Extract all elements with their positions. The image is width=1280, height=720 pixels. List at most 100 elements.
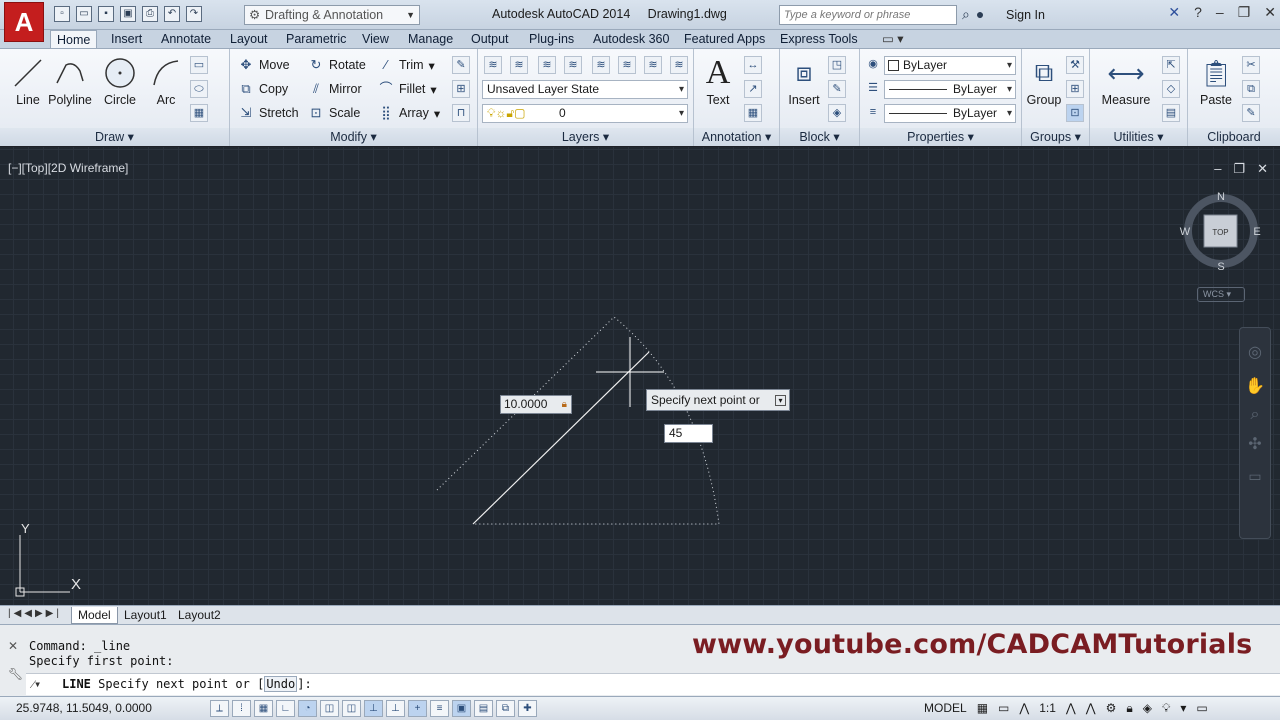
tab-manage[interactable]: Manage — [402, 30, 459, 48]
drawing-canvas[interactable]: [−][Top][2D Wireframe] – ❐ ✕ TOP N S E W… — [0, 147, 1280, 605]
tab-model[interactable]: Model — [71, 607, 118, 624]
hatch-icon[interactable]: ▦ — [190, 104, 208, 122]
edit-block-icon[interactable]: ✎ — [828, 80, 846, 98]
tab-layout1[interactable]: Layout1 — [118, 607, 173, 624]
layers-panel-label[interactable]: Layers ▾ — [478, 128, 693, 146]
workspace-selector[interactable]: ⚙ Drafting & Annotation ▼ — [244, 5, 420, 25]
maximize-icon[interactable]: ❐ — [1238, 4, 1251, 21]
ribbon-minimize-icon[interactable]: ▭ ▾ — [876, 30, 910, 48]
table-icon[interactable]: ▦ — [744, 104, 762, 122]
tab-navigation-icon[interactable]: |◀◀▶▶| — [8, 608, 62, 619]
lineweight-icon[interactable]: ≡ — [864, 104, 882, 122]
help-icon[interactable]: ? — [1194, 4, 1202, 21]
options-arrow-icon[interactable]: ▾ — [775, 395, 786, 406]
ellipse-icon[interactable]: ⬭ — [190, 80, 208, 98]
dimension-icon[interactable]: ↔ — [744, 56, 762, 74]
scale-button[interactable]: ⊡ Scale — [308, 103, 361, 123]
linetype-dropdown[interactable]: ByLayer — [884, 80, 1016, 99]
quick-view-layouts-icon[interactable]: ▦ — [977, 701, 988, 716]
layer-icon[interactable]: ≋ — [538, 56, 556, 74]
layer-icon[interactable]: ≋ — [564, 56, 582, 74]
utilities-panel-label[interactable]: Utilities ▾ — [1090, 128, 1187, 146]
array-button[interactable]: ⣿ Array ▾ — [378, 103, 440, 123]
infer-constraints-icon[interactable]: ⟂ — [210, 700, 229, 717]
properties-panel-label[interactable]: Properties ▾ — [860, 128, 1021, 146]
open-icon[interactable]: ▭ — [76, 6, 92, 22]
save-as-icon[interactable]: ▣ — [120, 6, 136, 22]
tab-express-tools[interactable]: Express Tools — [774, 30, 864, 48]
layer-dropdown[interactable]: 💡︎☼🔓︎▢ 0 — [482, 104, 688, 123]
calculator-icon[interactable]: ▤ — [1162, 104, 1180, 122]
rectangle-icon[interactable]: ▭ — [190, 56, 208, 74]
sign-in-button[interactable]: Sign In — [1006, 8, 1045, 22]
selection-cycling-icon[interactable]: ⧉ — [496, 700, 515, 717]
search-input[interactable]: Type a keyword or phrase — [779, 5, 957, 25]
layer-icon[interactable]: ≋ — [592, 56, 610, 74]
quick-select-icon[interactable]: ⇱ — [1162, 56, 1180, 74]
tab-layout[interactable]: Layout — [224, 30, 274, 48]
tab-parametric[interactable]: Parametric — [280, 30, 352, 48]
annotation-panel-label[interactable]: Annotation ▾ — [694, 128, 779, 146]
close-icon[interactable]: ✕ — [1264, 4, 1276, 21]
move-button[interactable]: ✥ Move — [238, 55, 290, 75]
circle-button[interactable]: Circle — [100, 55, 140, 107]
layer-state-dropdown[interactable]: Unsaved Layer State — [482, 80, 688, 99]
exchange-icon[interactable]: ✕ — [1168, 4, 1180, 21]
angle-input[interactable]: 45 — [664, 424, 713, 443]
new-icon[interactable]: ▫ — [54, 6, 70, 22]
ortho-icon[interactable]: ∟ — [276, 700, 295, 717]
group-selection-icon[interactable]: ⊡ — [1066, 104, 1084, 122]
copy-button[interactable]: ⧉ Copy — [238, 79, 288, 99]
point-style-icon[interactable]: ◇ — [1162, 80, 1180, 98]
model-space-toggle[interactable]: MODEL — [924, 701, 967, 716]
transparency-icon[interactable]: ▣ — [452, 700, 471, 717]
minimize-icon[interactable]: – — [1216, 4, 1224, 21]
annotation-scale[interactable]: 1:1 — [1039, 701, 1056, 716]
3d-osnap-icon[interactable]: ◫ — [342, 700, 361, 717]
workspace-switching-icon[interactable]: ⚙ — [1106, 701, 1117, 716]
lineweight-dropdown[interactable]: ByLayer — [884, 104, 1016, 123]
undo-option[interactable]: Undo — [264, 676, 298, 692]
modify-panel-label[interactable]: Modify ▾ — [230, 128, 477, 146]
insert-block-button[interactable]: ⧈ Insert — [784, 55, 824, 107]
measure-button[interactable]: ⟷ Measure — [1098, 55, 1154, 108]
tab-home[interactable]: Home — [50, 30, 98, 49]
application-menu-button[interactable]: A — [4, 2, 44, 42]
wrench-icon[interactable]: 🔧︎ — [8, 667, 23, 681]
mirror-button[interactable]: ⫽ Mirror — [308, 79, 362, 99]
snap-icon[interactable]: ⁞ — [232, 700, 251, 717]
hardware-acceleration-icon[interactable]: ◈ — [1143, 701, 1152, 716]
tab-output[interactable]: Output — [465, 30, 515, 48]
isolate-objects-icon[interactable]: 💡︎ — [1162, 701, 1170, 716]
tab-layout2[interactable]: Layout2 — [172, 607, 227, 624]
dimension-input[interactable]: 10.0000 🔒︎ — [500, 395, 572, 414]
lineweight-toggle-icon[interactable]: ≡ — [430, 700, 449, 717]
tab-insert[interactable]: Insert — [105, 30, 148, 48]
clean-screen-icon[interactable]: ▭ — [1196, 701, 1207, 716]
tab-annotate[interactable]: Annotate — [155, 30, 217, 48]
binoculars-icon[interactable]: ⌕ — [962, 6, 970, 23]
otrack-icon[interactable]: ⊥ — [364, 700, 383, 717]
cut-icon[interactable]: ✂ — [1242, 56, 1260, 74]
match-properties-icon[interactable]: ✎ — [1242, 104, 1260, 122]
lock-icon[interactable]: 🔒︎ — [1126, 701, 1132, 716]
create-block-icon[interactable]: ◳ — [828, 56, 846, 74]
annotation-visibility-icon[interactable]: ⋀ — [1066, 701, 1076, 716]
ungroup-icon[interactable]: ⚒ — [1066, 56, 1084, 74]
arc-button[interactable]: Arc — [146, 55, 186, 107]
tab-autodesk-360[interactable]: Autodesk 360 — [587, 30, 675, 48]
text-button[interactable]: A Text — [698, 54, 738, 107]
osnap-icon[interactable]: ◫ — [320, 700, 339, 717]
color-wheel-icon[interactable]: ◉ — [864, 56, 882, 74]
annotation-scale-icon[interactable]: ⋀ — [1019, 701, 1029, 716]
line-button[interactable]: Line — [8, 55, 48, 107]
groups-panel-label[interactable]: Groups ▾ — [1022, 128, 1089, 146]
grid-icon[interactable]: ▦ — [254, 700, 273, 717]
layer-icon[interactable]: ≋ — [670, 56, 688, 74]
tab-view[interactable]: View — [356, 30, 395, 48]
paste-button[interactable]: 📋︎ Paste — [1196, 55, 1236, 108]
color-dropdown[interactable]: ByLayer — [884, 56, 1016, 75]
close-icon[interactable]: ✕ — [8, 639, 18, 653]
leader-icon[interactable]: ↗ — [744, 80, 762, 98]
explode-icon[interactable]: ⊞ — [452, 80, 470, 98]
